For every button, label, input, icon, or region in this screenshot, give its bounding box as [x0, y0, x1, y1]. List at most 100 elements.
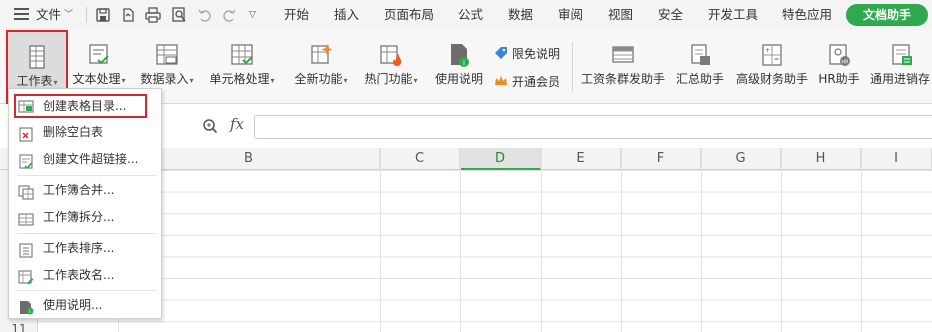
menu-item-label: 删除空白表 [43, 125, 104, 139]
workbook-split-icon [18, 210, 34, 226]
gridline [701, 148, 702, 332]
gridline [861, 148, 862, 332]
cell-process-button[interactable]: 单元格处理▾ [204, 30, 280, 104]
menu-bar: 文件 ﹀ ▽ 开始 插入 页面布局 公式 数据 审阅 视图 安全 开发工具 特色… [0, 0, 932, 30]
zoom-search-icon[interactable] [202, 118, 218, 134]
help-doc-icon: i [446, 42, 472, 68]
tab-data[interactable]: 数据 [508, 0, 533, 30]
gridline [380, 148, 381, 332]
column-header-d[interactable]: D [460, 148, 541, 170]
quick-access-more-icon[interactable]: ▽ [249, 0, 256, 30]
worksheet-dropdown-menu: 创建表格目录... 删除空白表 创建文件超链接... 工作簿合并... 工作簿拆… [8, 88, 162, 319]
menu-item-workbook-split[interactable]: 工作簿拆分... [9, 204, 161, 230]
tab-formulas[interactable]: 公式 [458, 0, 483, 30]
vip-link[interactable]: 开通会员 [494, 72, 560, 92]
inventory-button[interactable]: 通用进销存 [868, 30, 932, 104]
row-header-11[interactable]: 11 [0, 322, 38, 332]
svg-text:=: = [774, 56, 779, 63]
data-entry-icon [154, 42, 180, 68]
vip-label: 开通会员 [512, 75, 561, 89]
svg-text:+: + [765, 47, 770, 54]
column-header-f[interactable]: F [621, 148, 701, 170]
text-process-icon [86, 42, 112, 68]
hr-icon: HR [826, 42, 852, 68]
svg-text:i: i [463, 59, 465, 67]
gridline [460, 148, 461, 332]
menu-item-label: 工作簿拆分... [43, 210, 115, 224]
finance-icon: + = [759, 42, 785, 68]
payslip-button[interactable]: 工资条群发助手 [578, 30, 668, 104]
worksheet-label: 工作表 [16, 74, 53, 88]
svg-text:i: i [29, 309, 30, 315]
chevron-down-icon[interactable]: ﹀ [64, 0, 73, 30]
gridline [621, 148, 622, 332]
menu-item-delete-blank-sheet[interactable]: 删除空白表 [9, 119, 161, 145]
data-entry-label: 数据录入 [140, 72, 189, 86]
cell-process-label: 单元格处理 [209, 72, 270, 86]
menu-item-label: 创建表格目录... [43, 99, 127, 113]
limited-free-label: 限免说明 [512, 47, 561, 61]
new-feature-button[interactable]: 全新功能▾ [288, 30, 354, 104]
fx-icon[interactable]: fx [230, 115, 244, 133]
column-header-c[interactable]: C [380, 148, 460, 170]
tab-doc-helper[interactable]: 文档助手 [846, 4, 928, 26]
limited-free-link[interactable]: 限免说明 [494, 44, 560, 64]
hamburger-icon[interactable] [14, 8, 29, 20]
payslip-icon [610, 42, 636, 68]
help-doc-button[interactable]: i 使用说明 [430, 30, 488, 104]
column-header-g[interactable]: G [701, 148, 781, 170]
divider [572, 42, 573, 92]
hot-feature-icon [378, 42, 404, 68]
menu-item-label: 工作表改名... [43, 268, 115, 282]
file-hyperlink-icon [18, 152, 34, 170]
tab-developer[interactable]: 开发工具 [708, 0, 758, 30]
menu-item-label: 工作簿合并... [43, 183, 115, 197]
menu-item-usage-help[interactable]: i 使用说明... [9, 292, 161, 318]
summary-button[interactable]: 汇总助手 [672, 30, 728, 104]
column-header-i[interactable]: I [861, 148, 932, 170]
file-menu[interactable]: 文件 [36, 0, 61, 30]
text-process-label: 文本处理 [72, 72, 121, 86]
hr-button[interactable]: HR HR助手 [814, 30, 864, 104]
print-icon[interactable] [144, 6, 162, 24]
new-feature-icon [308, 42, 334, 68]
column-header-h[interactable]: H [781, 148, 861, 170]
tab-page-layout[interactable]: 页面布局 [384, 0, 434, 30]
divider [86, 7, 87, 23]
menu-item-label: 创建文件超链接... [43, 152, 139, 166]
menu-separator [17, 290, 157, 291]
tab-security[interactable]: 安全 [658, 0, 683, 30]
print-preview-icon[interactable] [170, 6, 188, 24]
menu-item-create-toc[interactable]: 创建表格目录... [14, 94, 147, 118]
summary-label: 汇总助手 [675, 72, 724, 86]
sheet-rename-icon [18, 268, 34, 285]
crown-icon [494, 74, 508, 88]
tab-home[interactable]: 开始 [284, 0, 309, 30]
tab-insert[interactable]: 插入 [334, 0, 359, 30]
save-icon[interactable] [94, 6, 112, 24]
worksheet-icon [24, 44, 50, 70]
tab-review[interactable]: 审阅 [558, 0, 583, 30]
export-icon[interactable] [119, 6, 137, 24]
menu-item-sheet-sort[interactable]: 工作表排序... [9, 235, 161, 261]
new-feature-label: 全新功能 [294, 72, 343, 86]
delete-blank-sheet-icon [18, 125, 34, 142]
menu-item-sheet-rename[interactable]: 工作表改名... [9, 262, 161, 288]
usage-help-icon: i [18, 298, 34, 315]
cell-process-icon [229, 42, 255, 68]
column-header-e[interactable]: E [541, 148, 621, 170]
menu-item-workbook-merge[interactable]: 工作簿合并... [9, 177, 161, 203]
hr-label: HR助手 [818, 72, 860, 86]
tab-featured-apps[interactable]: 特色应用 [782, 0, 832, 30]
undo-icon[interactable] [196, 6, 214, 24]
hot-feature-button[interactable]: 热门功能▾ [358, 30, 424, 104]
tab-view[interactable]: 视图 [608, 0, 633, 30]
finance-label: 高级财务助手 [735, 72, 808, 86]
menu-item-file-hyperlink[interactable]: 创建文件超链接... [9, 146, 161, 172]
formula-input[interactable] [254, 115, 932, 139]
gridline [781, 148, 782, 332]
redo-icon[interactable] [220, 6, 238, 24]
workbook-merge-icon [18, 183, 34, 200]
inventory-label: 通用进销存 [870, 72, 931, 86]
finance-button[interactable]: + = 高级财务助手 [732, 30, 812, 104]
